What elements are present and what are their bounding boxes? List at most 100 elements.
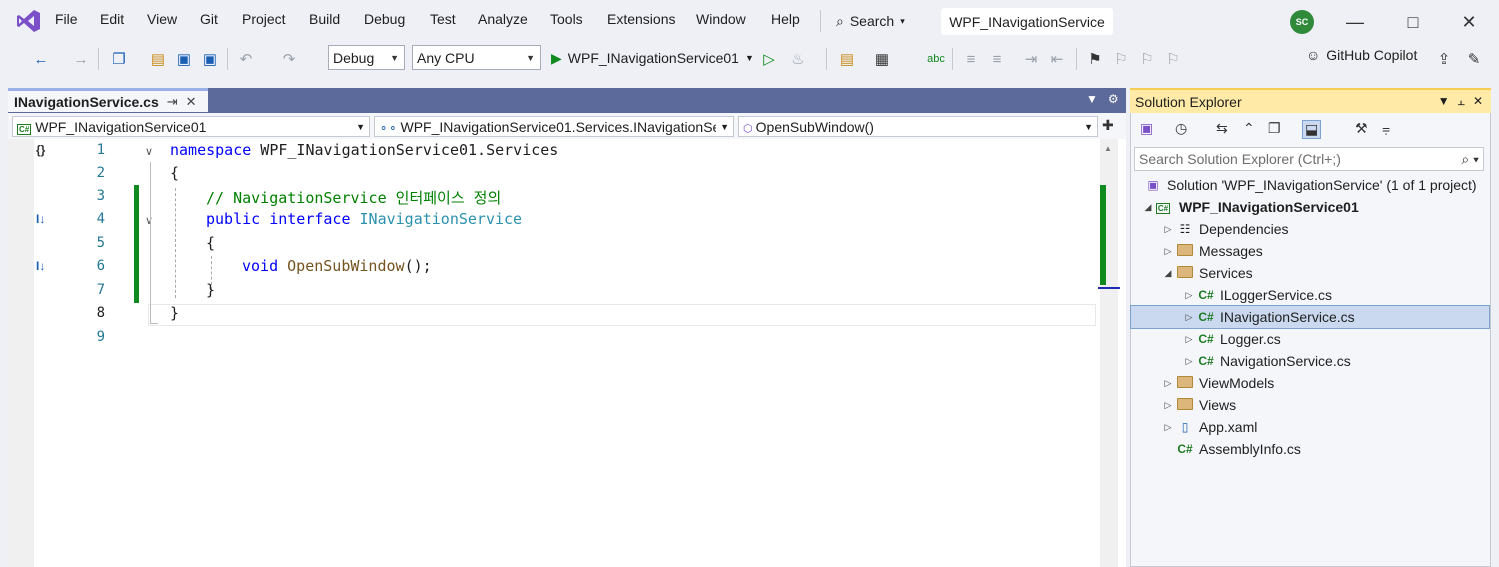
start-debugging-button[interactable]: ▶ WPF_INavigationService01 ▼	[551, 46, 754, 70]
bookmark-icon[interactable]: ⚑	[1084, 48, 1106, 70]
tree-item-services[interactable]: ◢ Services	[1131, 262, 1489, 284]
collapse-all-icon[interactable]: ⌃	[1243, 120, 1255, 137]
preview-selected-items-icon[interactable]: ⩦	[1382, 120, 1390, 137]
tree-item-inavigationservice[interactable]: ▷ C# INavigationService.cs	[1130, 305, 1490, 329]
sync-with-document-icon[interactable]: ⇆	[1216, 120, 1228, 137]
tree-item-iloggerservice[interactable]: ▷ C# ILoggerService.cs	[1131, 284, 1489, 306]
visual-studio-logo-icon[interactable]	[16, 8, 42, 34]
solution-explorer-toggle-icon[interactable]: ▤	[836, 48, 858, 70]
tree-item-solution[interactable]: ▣ Solution 'WPF_INavigationService' (1 o…	[1131, 174, 1489, 196]
tree-item-project[interactable]: ◢ C# WPF_INavigationService01	[1131, 196, 1489, 218]
navigate-back-icon[interactable]: ←	[30, 48, 52, 70]
pending-changes-filter-icon[interactable]: ◷	[1175, 120, 1187, 137]
feedback-icon[interactable]: ✎	[1463, 48, 1485, 70]
tree-item-views[interactable]: ▷ Views	[1131, 394, 1489, 416]
properties-icon[interactable]: ⚒	[1355, 120, 1368, 137]
solution-configuration-select[interactable]: Debug ▼	[328, 45, 405, 70]
comment-icon[interactable]: ≡	[960, 48, 982, 70]
close-tab-icon[interactable]: ✕	[186, 94, 197, 110]
outdent-icon[interactable]: ⇤	[1046, 48, 1068, 70]
solution-explorer-search-input[interactable]: Search Solution Explorer (Ctrl+;) ⌕ ▾	[1134, 147, 1484, 171]
open-folder-icon[interactable]: ▤	[147, 48, 169, 70]
save-icon[interactable]: ▣	[173, 48, 195, 70]
navigate-forward-icon[interactable]: →	[70, 48, 92, 70]
tree-item-logger[interactable]: ▷ C# Logger.cs	[1131, 328, 1489, 350]
menu-build[interactable]: Build	[309, 11, 340, 27]
collapsed-arrow-icon[interactable]: ▷	[1182, 356, 1196, 367]
pin-icon[interactable]: ⇥	[167, 94, 178, 110]
solution-tree: ▣ Solution 'WPF_INavigationService' (1 o…	[1130, 174, 1490, 460]
switch-views-icon[interactable]: ▣	[1140, 120, 1153, 137]
expanded-arrow-icon[interactable]: ◢	[1161, 268, 1175, 279]
start-without-debugging-icon[interactable]: ▷	[758, 48, 780, 70]
next-bookmark-icon[interactable]: ⚐	[1136, 48, 1158, 70]
scroll-up-icon[interactable]: ▲	[1104, 144, 1112, 153]
tree-item-app-xaml[interactable]: ▷ ▯ App.xaml	[1131, 416, 1489, 438]
collapsed-arrow-icon[interactable]: ▷	[1161, 378, 1175, 389]
menu-analyze[interactable]: Analyze	[478, 11, 528, 27]
browse-icon[interactable]: ▦	[871, 48, 893, 70]
undo-icon[interactable]: ↶	[235, 48, 257, 70]
split-window-icon[interactable]: ✚	[1102, 117, 1114, 134]
indent-icon[interactable]: ⇥	[1020, 48, 1042, 70]
solution-platform-select[interactable]: Any CPU ▼	[412, 45, 541, 70]
member-dropdown[interactable]: ⬡ OpenSubWindow() ▼	[738, 116, 1098, 137]
window-position-dropdown-icon[interactable]: ▼	[1438, 94, 1450, 109]
minimize-button[interactable]: —	[1340, 10, 1370, 34]
tree-item-assemblyinfo[interactable]: C# AssemblyInfo.cs	[1131, 438, 1489, 460]
menu-project[interactable]: Project	[242, 11, 286, 27]
collapsed-arrow-icon[interactable]: ▷	[1182, 312, 1196, 323]
previous-bookmark-icon[interactable]: ⚐	[1110, 48, 1132, 70]
menu-test[interactable]: Test	[430, 11, 456, 27]
search-icon: ⌕ ▾	[1461, 150, 1479, 167]
menu-file[interactable]: File	[55, 11, 78, 27]
tree-item-messages[interactable]: ▷ Messages	[1131, 240, 1489, 262]
collapse-namespace-icon[interactable]: ∨	[145, 145, 153, 158]
pin-icon[interactable]: ⫠	[1458, 94, 1465, 109]
collapsed-arrow-icon[interactable]: ▷	[1161, 400, 1175, 411]
show-all-files-icon[interactable]: ❐	[1268, 120, 1281, 137]
collapsed-arrow-icon[interactable]: ▷	[1182, 334, 1196, 345]
github-copilot-button[interactable]: ☺ GitHub Copilot	[1306, 47, 1417, 63]
tree-item-viewmodels[interactable]: ▷ ViewModels	[1131, 372, 1489, 394]
close-window-button[interactable]: ✕	[1454, 10, 1484, 34]
implementation-icon[interactable]: I↓	[36, 259, 45, 273]
close-icon[interactable]: ✕	[1473, 94, 1483, 109]
new-project-icon[interactable]: ❐	[108, 48, 130, 70]
collapsed-arrow-icon[interactable]: ▷	[1161, 224, 1175, 235]
collapsed-arrow-icon[interactable]: ▷	[1161, 422, 1175, 433]
project-dropdown[interactable]: C# WPF_INavigationService01 ▼	[12, 116, 370, 137]
clear-bookmarks-icon[interactable]: ⚐	[1162, 48, 1184, 70]
redo-icon[interactable]: ↷	[278, 48, 300, 70]
maximize-button[interactable]: □	[1398, 10, 1428, 34]
solution-name-badge[interactable]: WPF_INavigationService	[941, 8, 1113, 35]
menu-view[interactable]: View	[147, 11, 177, 27]
hot-reload-icon[interactable]: ♨	[787, 48, 809, 70]
tree-item-dependencies[interactable]: ▷ ☷ Dependencies	[1131, 218, 1489, 240]
implementation-icon[interactable]: I↓	[36, 212, 45, 226]
spell-check-icon[interactable]: abc	[925, 48, 947, 70]
view-toggle-icon[interactable]: ⬓	[1302, 120, 1322, 139]
save-all-icon[interactable]: ▣	[199, 48, 221, 70]
tab-list-dropdown-icon[interactable]: ▼	[1086, 92, 1098, 106]
menu-help[interactable]: Help	[771, 11, 800, 27]
collapsed-arrow-icon[interactable]: ▷	[1161, 246, 1175, 257]
collapsed-arrow-icon[interactable]: ▷	[1182, 290, 1196, 301]
current-line-highlight	[148, 304, 1096, 326]
share-icon[interactable]: ⇪	[1433, 48, 1455, 70]
expanded-arrow-icon[interactable]: ◢	[1141, 202, 1155, 213]
tree-item-navigationservice[interactable]: ▷ C# NavigationService.cs	[1131, 350, 1489, 372]
search-button[interactable]: ⌕ Search ▾	[836, 9, 924, 33]
gear-icon[interactable]: ⚙	[1108, 92, 1119, 106]
menu-debug[interactable]: Debug	[364, 11, 405, 27]
menu-window[interactable]: Window	[696, 11, 746, 27]
menu-git[interactable]: Git	[200, 11, 218, 27]
menu-tools[interactable]: Tools	[550, 11, 583, 27]
account-avatar[interactable]: SC	[1290, 10, 1314, 34]
menu-extensions[interactable]: Extensions	[607, 11, 675, 27]
menu-edit[interactable]: Edit	[100, 11, 124, 27]
code-line-4: public interface INavigationService	[206, 210, 522, 228]
uncomment-icon[interactable]: ≡	[986, 48, 1008, 70]
type-dropdown[interactable]: ⚬⚬ WPF_INavigationService01.Services.INa…	[374, 116, 734, 137]
tab-inavigationservice-cs[interactable]: INavigationService.cs ⇥ ✕	[8, 88, 208, 112]
